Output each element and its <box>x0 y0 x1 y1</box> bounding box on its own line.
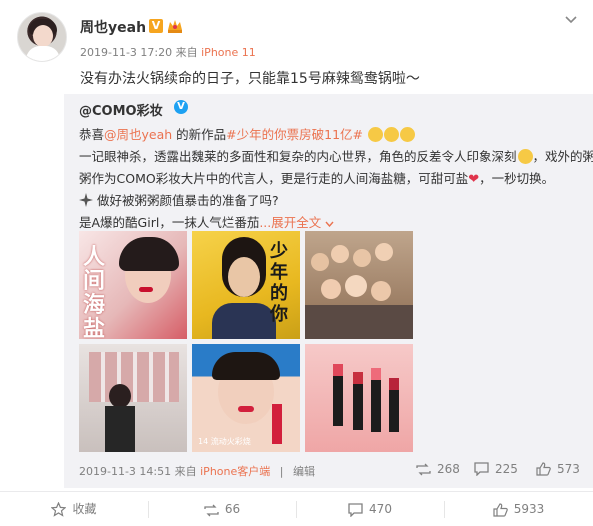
avatar[interactable] <box>17 12 67 62</box>
source-prefix: 来自 <box>175 46 198 59</box>
image-thumb[interactable]: 人间海盐糖 <box>79 231 187 339</box>
thumbs-up-icon <box>536 462 551 476</box>
repost-line-1: 恭喜@周也yeah 的新作品#少年的你票房破11亿# <box>79 124 416 143</box>
thumbs-up-icon <box>493 503 508 517</box>
vip-badge-icon: V <box>149 19 163 33</box>
image-thumb[interactable]: 14 流动火彩烧 <box>192 344 300 452</box>
repost-repost-count[interactable]: 268 <box>416 462 460 476</box>
weibo-post-card: 周也yeah V 2019-11-3 17:20 来自 iPhone 11 没有… <box>0 0 593 526</box>
shocked-emoji-icon <box>517 149 533 164</box>
image-thumb[interactable] <box>305 344 413 452</box>
repost-author[interactable]: @COMO彩妆 <box>79 100 163 119</box>
post-text: 没有办法火锅续命的日子，只能靠15号麻辣鸳鸯锅啦～ <box>80 71 420 87</box>
crown-icon <box>168 20 182 33</box>
repost-timestamp[interactable]: 2019-11-3 14:51 <box>79 465 171 478</box>
mention-link[interactable]: @周也yeah <box>104 127 172 142</box>
repost-line-4: 做好被粥粥颜值暴击的准备了吗? <box>79 190 279 209</box>
repost-line-5: 是A爆的酷Girl，一抹人气烂番茄...展开全文 <box>79 212 334 231</box>
sparkle-icon <box>79 193 93 207</box>
image-thumb[interactable]: 少年的你 <box>192 231 300 339</box>
verified-icon: V <box>174 100 188 114</box>
image-thumb[interactable] <box>305 231 413 339</box>
clap-emoji-icon <box>368 127 384 142</box>
favorite-button[interactable]: 收藏 <box>0 492 148 526</box>
repost-comment-count[interactable]: 225 <box>474 462 518 477</box>
clap-emoji-icon <box>384 127 400 142</box>
repost-button[interactable]: 66 <box>148 492 296 526</box>
post-timestamp[interactable]: 2019-11-3 17:20 <box>80 46 172 59</box>
comment-button[interactable]: 470 <box>296 492 444 526</box>
hashtag-link[interactable]: #少年的你票房破11亿# <box>226 127 363 142</box>
chevron-down-icon <box>325 221 334 228</box>
repost-line-3: 粥作为COMO彩妆大片中的代言人，更是行走的人间海盐糖，可甜可盐❤，一秒切换。 <box>79 171 555 187</box>
repost-icon <box>204 504 219 517</box>
heart-icon: ❤ <box>468 172 480 187</box>
action-bar: 收藏 66 470 5933 <box>0 491 593 526</box>
like-button[interactable]: 5933 <box>444 492 593 526</box>
repost-icon <box>416 463 431 476</box>
expand-full-text-link[interactable]: ...展开全文 <box>259 215 321 230</box>
image-thumb[interactable] <box>79 344 187 452</box>
repost-line-2: 一记眼神杀，透露出魏莱的多面性和复杂的内心世界，角色的反差令人印象深刻 ，戏外的粥 <box>79 149 593 164</box>
star-icon <box>51 501 67 517</box>
repost-box[interactable]: @COMO彩妆 V 恭喜@周也yeah 的新作品#少年的你票房破11亿# 一记眼… <box>64 94 593 488</box>
comment-icon <box>348 503 363 518</box>
clap-emoji-icon <box>400 127 416 142</box>
post-menu-chevron-icon[interactable] <box>561 13 581 29</box>
repost-source-device[interactable]: iPhone客户端 <box>200 465 270 478</box>
image-caption: 少年的你 <box>270 241 288 325</box>
image-caption: 14 流动火彩烧 <box>198 437 251 446</box>
source-device[interactable]: iPhone 11 <box>201 46 256 59</box>
repost-like-count[interactable]: 573 <box>536 462 580 476</box>
edited-label[interactable]: 编辑 <box>293 465 315 478</box>
comment-icon <box>474 462 489 477</box>
image-caption: 人间海盐糖 <box>83 244 106 339</box>
post-meta: 2019-11-3 17:20 来自 iPhone 11 <box>80 44 256 60</box>
repost-meta: 2019-11-3 14:51 来自 iPhone客户端 | 编辑 <box>79 465 315 478</box>
username[interactable]: 周也yeah <box>80 17 146 37</box>
